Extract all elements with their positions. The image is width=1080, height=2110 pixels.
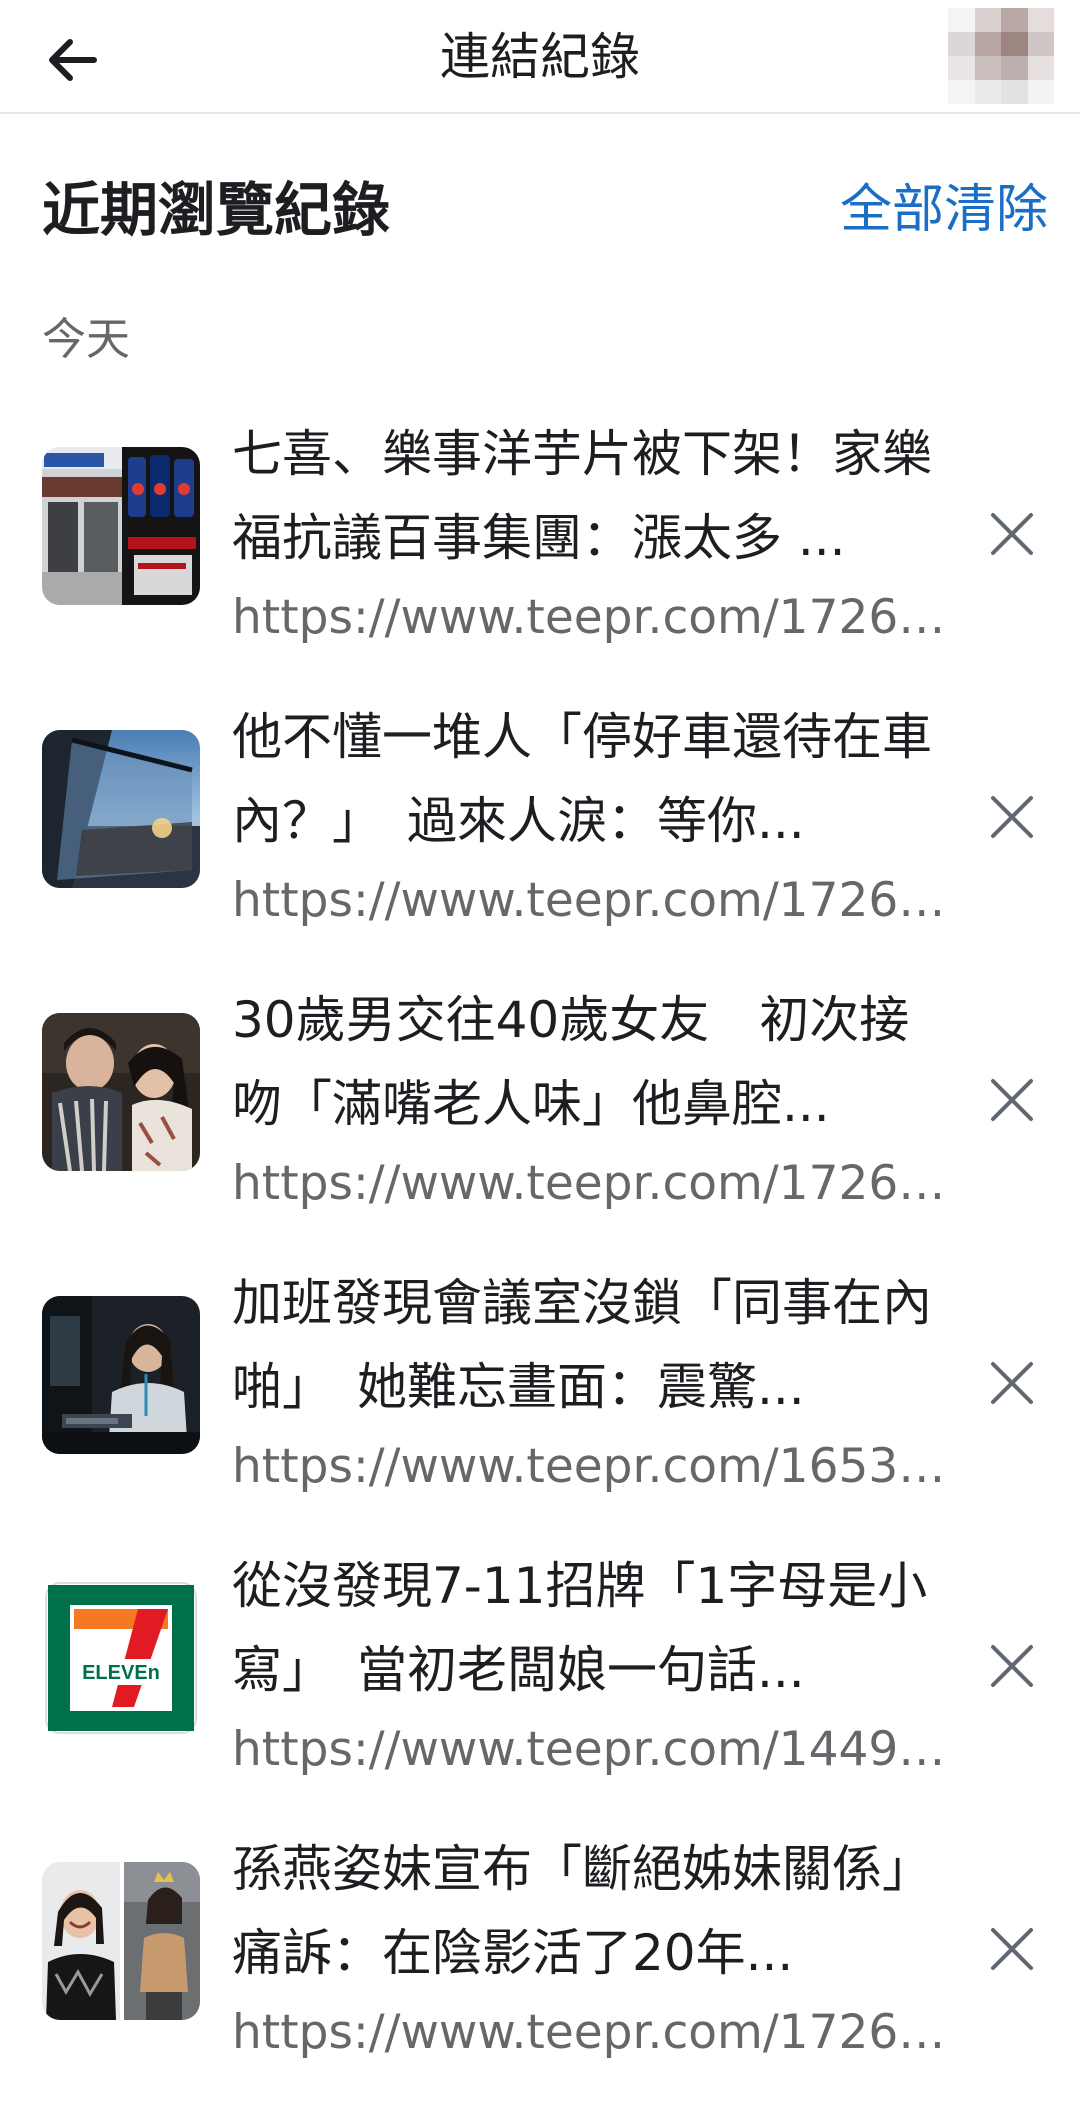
avatar[interactable]	[948, 8, 1054, 104]
close-icon	[991, 1079, 1033, 1121]
remove-item-button[interactable]	[982, 1070, 1042, 1130]
item-title: 孫燕姿妹宣布「斷絕姊妹關係」痛訴：在陰影活了20年...	[232, 1840, 932, 1982]
close-icon	[991, 796, 1033, 838]
item-title: 他不懂一堆人「停好車還待在車內？」 過來人淚：等你...	[232, 708, 932, 850]
remove-item-button[interactable]	[982, 787, 1042, 847]
item-text: 從沒發現7-11招牌「1字母是小寫」 當初老闆娘一句話... https://w…	[232, 1544, 952, 1788]
store-shelf-thumbnail	[42, 447, 200, 605]
section-title: 近期瀏覽紀錄	[42, 176, 391, 244]
item-url: https://www.teepr.com/17265...	[232, 873, 952, 928]
couple-thumbnail	[42, 1013, 200, 1171]
close-icon	[991, 513, 1033, 555]
remove-item-button[interactable]	[982, 1353, 1042, 1413]
item-text: 他不懂一堆人「停好車還待在車內？」 過來人淚：等你... https://www…	[232, 695, 952, 939]
seven-eleven-logo-text: ELEVEn	[82, 1662, 160, 1684]
item-text: 七喜、樂事洋芋片被下架！家樂福抗議百事集團：漲太多 ... https://ww…	[232, 412, 952, 656]
remove-item-button[interactable]	[982, 504, 1042, 564]
item-url: https://www.teepr.com/17266...	[232, 2005, 952, 2060]
car-mirror-thumbnail	[42, 730, 200, 888]
close-icon	[991, 1645, 1033, 1687]
item-text: 加班發現會議室沒鎖「同事在內啪」 她難忘畫面：震驚... https://www…	[232, 1261, 952, 1505]
item-url: https://www.teepr.com/17264...	[232, 1156, 952, 1211]
item-text: 孫燕姿妹宣布「斷絕姊妹關係」痛訴：在陰影活了20年... https://www…	[232, 1827, 952, 2071]
item-url: https://www.teepr.com/14490...	[232, 1722, 952, 1777]
page-title: 連結紀錄	[440, 28, 640, 86]
section-header: 近期瀏覽紀錄 全部清除	[42, 170, 1048, 250]
list-item[interactable]: 七喜、樂事洋芋片被下架！家樂福抗議百事集團：漲太多 ... https://ww…	[0, 412, 1080, 695]
list-item[interactable]: 孫燕姿妹宣布「斷絕姊妹關係」痛訴：在陰影活了20年... https://www…	[0, 1827, 1080, 2110]
item-title: 七喜、樂事洋芋片被下架！家樂福抗議百事集團：漲太多 ...	[232, 425, 932, 567]
list-item[interactable]: 30歲男交往40歲女友 初次接吻「滿嘴老人味」他鼻腔... https://ww…	[0, 978, 1080, 1261]
item-title: 加班發現會議室沒鎖「同事在內啪」 她難忘畫面：震驚...	[232, 1274, 932, 1416]
two-women-thumbnail	[42, 1862, 200, 2020]
remove-item-button[interactable]	[982, 1636, 1042, 1696]
seven-eleven-logo-thumbnail: ELEVEn	[42, 1579, 200, 1737]
item-title: 30歲男交往40歲女友 初次接吻「滿嘴老人味」他鼻腔...	[232, 991, 910, 1133]
top-app-bar: 連結紀錄	[0, 0, 1080, 114]
close-icon	[991, 1362, 1033, 1404]
list-item[interactable]: 他不懂一堆人「停好車還待在車內？」 過來人淚：等你... https://www…	[0, 695, 1080, 978]
remove-item-button[interactable]	[982, 1919, 1042, 1979]
item-title: 從沒發現7-11招牌「1字母是小寫」 當初老闆娘一句話...	[232, 1557, 928, 1699]
office-woman-thumbnail	[42, 1296, 200, 1454]
item-url: https://www.teepr.com/16536...	[232, 1439, 952, 1494]
close-icon	[991, 1928, 1033, 1970]
clear-all-button[interactable]: 全部清除	[840, 170, 1048, 250]
list-item[interactable]: ELEVEn 從沒發現7-11招牌「1字母是小寫」 當初老闆娘一句話... ht…	[0, 1544, 1080, 1827]
history-list: 七喜、樂事洋芋片被下架！家樂福抗議百事集團：漲太多 ... https://ww…	[0, 412, 1080, 2110]
day-label: 今天	[42, 314, 130, 365]
item-url: https://www.teepr.com/17265...	[232, 590, 952, 645]
item-text: 30歲男交往40歲女友 初次接吻「滿嘴老人味」他鼻腔... https://ww…	[232, 978, 952, 1222]
list-item[interactable]: 加班發現會議室沒鎖「同事在內啪」 她難忘畫面：震驚... https://www…	[0, 1261, 1080, 1544]
